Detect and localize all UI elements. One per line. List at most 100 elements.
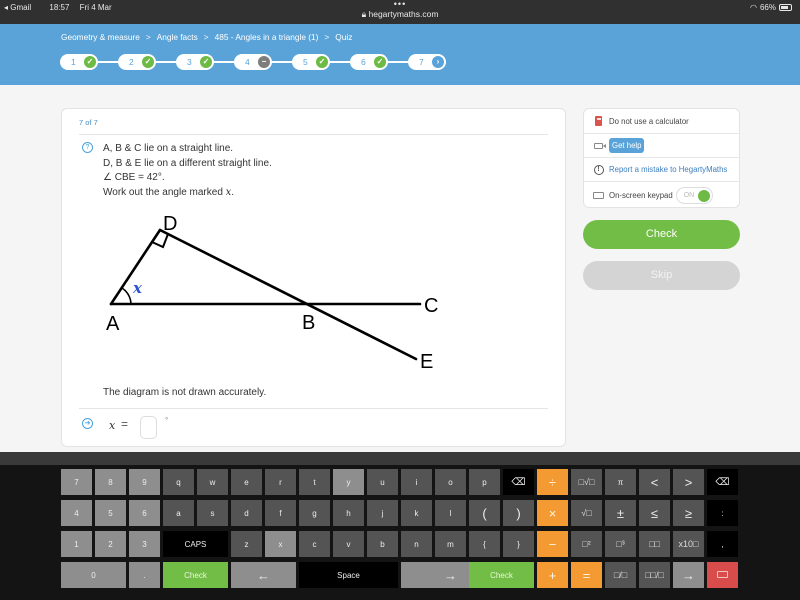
key-symbol[interactable]: □□/□ xyxy=(639,562,670,588)
key-label: u xyxy=(380,477,385,487)
key-s[interactable]: s xyxy=(197,500,228,526)
key-plus-minus[interactable]: ± xyxy=(605,500,636,526)
key-e[interactable]: e xyxy=(231,469,262,495)
breadcrumb-angle-facts[interactable]: Angle facts xyxy=(157,32,198,42)
key-l[interactable]: l xyxy=(435,500,466,526)
key-divide[interactable]: ÷ xyxy=(537,469,568,495)
skip-button[interactable]: Skip xyxy=(583,261,740,290)
key-label: Check xyxy=(184,570,207,580)
key-decimal-point[interactable]: . xyxy=(129,562,160,588)
key-8[interactable]: 8 xyxy=(95,469,126,495)
key-check[interactable]: Check xyxy=(163,562,228,588)
key-d[interactable]: d xyxy=(231,500,262,526)
key-w[interactable]: w xyxy=(197,469,228,495)
progress-step-3[interactable]: 3 ✓ xyxy=(176,54,214,70)
breadcrumb-task[interactable]: 485 - Angles in a triangle (1) xyxy=(215,32,319,42)
key-left-arrow[interactable]: ← xyxy=(231,562,296,588)
key-c[interactable]: c xyxy=(299,531,330,557)
key-backspace[interactable]: ⌫ xyxy=(503,469,534,495)
key-7[interactable]: 7 xyxy=(61,469,92,495)
key-t[interactable]: t xyxy=(299,469,330,495)
key-v[interactable]: v xyxy=(333,531,364,557)
check-button[interactable]: Check xyxy=(583,220,740,249)
chevron-right-icon: › xyxy=(432,56,444,68)
key-symbol[interactable]: □² xyxy=(571,531,602,557)
progress-step-1[interactable]: 1 ✓ xyxy=(60,54,98,70)
key-n[interactable]: n xyxy=(401,531,432,557)
key-b[interactable]: b xyxy=(367,531,398,557)
progress-step-6[interactable]: 6 ✓ xyxy=(350,54,388,70)
progress-step-2[interactable]: 2 ✓ xyxy=(118,54,156,70)
breadcrumb-geometry[interactable]: Geometry & measure xyxy=(61,32,140,42)
progress-step-7[interactable]: 7 › xyxy=(408,54,446,70)
key-open-brace[interactable]: { xyxy=(469,531,500,557)
key-minus[interactable]: − xyxy=(537,531,568,557)
key-p[interactable]: p xyxy=(469,469,500,495)
key-less-equal[interactable]: ≤ xyxy=(639,500,670,526)
key-symbol[interactable]: √□ xyxy=(571,500,602,526)
status-bar: ◂ Gmail 18:57 Fri 4 Mar ••• 🔒︎ hegartyma… xyxy=(0,0,800,24)
key-5[interactable]: 5 xyxy=(95,500,126,526)
key-k[interactable]: k xyxy=(401,500,432,526)
key-6[interactable]: 6 xyxy=(129,500,160,526)
key-greater-than[interactable]: > xyxy=(673,469,704,495)
key-a[interactable]: a xyxy=(163,500,194,526)
key-x10[interactable]: x10□ xyxy=(673,531,704,557)
key-y[interactable]: y xyxy=(333,469,364,495)
key-equals[interactable]: = xyxy=(571,562,602,588)
key-i[interactable]: i xyxy=(401,469,432,495)
key-comma[interactable]: , xyxy=(707,531,738,557)
key-g[interactable]: g xyxy=(299,500,330,526)
key-colon[interactable]: : xyxy=(707,500,738,526)
key-u[interactable]: u xyxy=(367,469,398,495)
key-open-paren[interactable]: ( xyxy=(469,500,500,526)
key-space[interactable]: Space xyxy=(299,562,398,588)
key-f[interactable]: f xyxy=(265,500,296,526)
key-check[interactable]: Check xyxy=(469,562,534,588)
get-help-button[interactable]: Get help xyxy=(609,138,645,153)
key-symbol[interactable]: □□ xyxy=(639,531,670,557)
key-right-arrow[interactable]: → xyxy=(673,562,704,588)
key-label: × xyxy=(548,505,557,521)
key-4[interactable]: 4 xyxy=(61,500,92,526)
key-9[interactable]: 9 xyxy=(129,469,160,495)
report-mistake-link[interactable]: Report a mistake to HegartyMaths xyxy=(609,165,727,174)
key-j[interactable]: j xyxy=(367,500,398,526)
key-0[interactable]: 0 xyxy=(61,562,126,588)
multitask-dots-icon[interactable]: ••• xyxy=(0,0,800,9)
key-label: > xyxy=(684,474,693,490)
key-greater-equal[interactable]: ≥ xyxy=(673,500,704,526)
key-symbol[interactable]: □√□ xyxy=(571,469,602,495)
url-bar[interactable]: 🔒︎ hegartymaths.com xyxy=(0,9,800,20)
key-plus[interactable]: + xyxy=(537,562,568,588)
answer-input[interactable] xyxy=(140,416,157,439)
key-hide-keyboard[interactable] xyxy=(707,562,738,588)
key-1[interactable]: 1 xyxy=(61,531,92,557)
progress-step-5[interactable]: 5 ✓ xyxy=(292,54,330,70)
key-multiply[interactable]: × xyxy=(537,500,568,526)
template-9-icon: □/□ xyxy=(613,570,628,580)
key-3[interactable]: 3 xyxy=(129,531,160,557)
key-symbol[interactable]: □/□ xyxy=(605,562,636,588)
report-row[interactable]: ! Report a mistake to HegartyMaths xyxy=(584,157,739,181)
key-close-brace[interactable]: } xyxy=(503,531,534,557)
key-symbol[interactable]: □³ xyxy=(605,531,636,557)
keypad-toggle[interactable]: ON xyxy=(675,186,713,204)
key-m[interactable]: m xyxy=(435,531,466,557)
key-x[interactable]: x xyxy=(265,531,296,557)
step-number: 3 xyxy=(187,57,192,67)
key-2[interactable]: 2 xyxy=(95,531,126,557)
question-help-icon: ? xyxy=(82,142,93,153)
key-backspace[interactable]: ⌫ xyxy=(707,469,738,495)
key-caps[interactable]: CAPS xyxy=(163,531,228,557)
key-close-paren[interactable]: ) xyxy=(503,500,534,526)
key-pi[interactable]: π xyxy=(605,469,636,495)
key-less-than[interactable]: < xyxy=(639,469,670,495)
key-o[interactable]: o xyxy=(435,469,466,495)
key-label: < xyxy=(650,474,659,490)
key-q[interactable]: q xyxy=(163,469,194,495)
key-z[interactable]: z xyxy=(231,531,262,557)
key-r[interactable]: r xyxy=(265,469,296,495)
progress-step-4[interactable]: 4− xyxy=(234,54,272,70)
key-h[interactable]: h xyxy=(333,500,364,526)
